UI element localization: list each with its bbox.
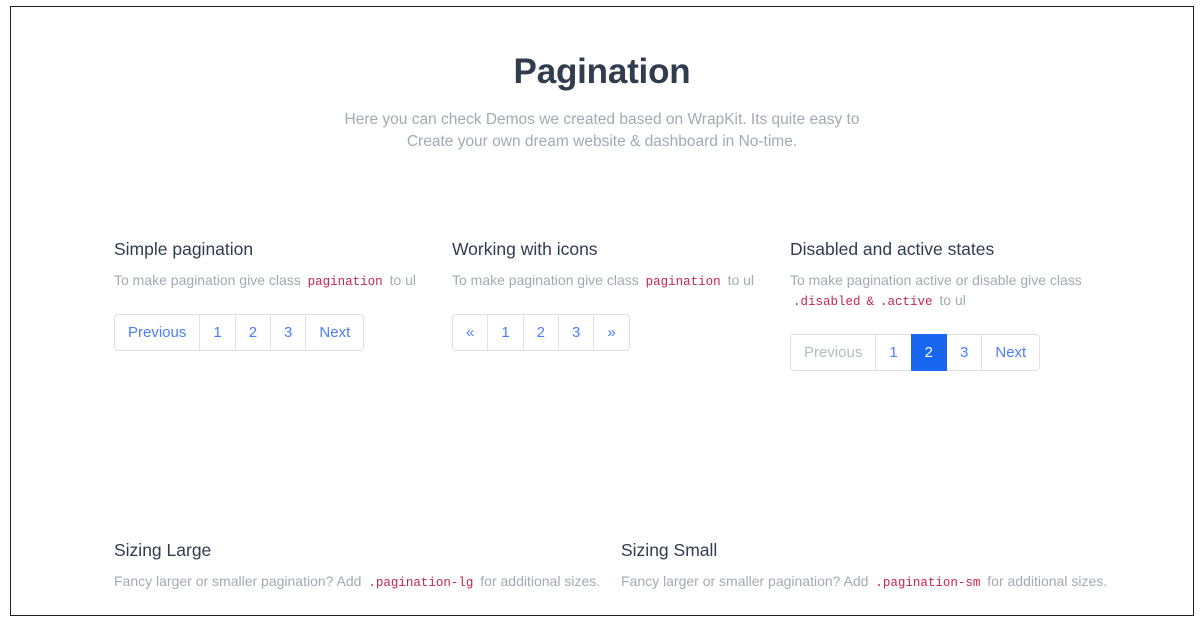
next-chevron-icon[interactable]: » <box>593 314 630 351</box>
section-working-with-icons: Working with icons To make pagination gi… <box>442 237 780 371</box>
desc-code: .pagination-sm <box>875 576 981 590</box>
desc-text-before: To make pagination active or disable giv… <box>789 272 1082 288</box>
page-title: Pagination <box>513 52 691 91</box>
page-item-next[interactable]: » <box>593 314 630 351</box>
page-item-1[interactable]: 1 <box>487 314 524 351</box>
section-disabled-active-states: Disabled and active states To make pagin… <box>780 237 1118 371</box>
page-link-3[interactable]: 3 <box>558 314 595 351</box>
pagination-wrap: Previous 1 2 3 Next <box>621 593 1108 615</box>
pagination-wrap: « 1 2 3 » <box>451 292 770 351</box>
pagination-simple: Previous 1 2 3 Next <box>114 314 365 351</box>
page-content: Pagination Here you can check Demos we c… <box>11 7 1193 615</box>
section-title: Disabled and active states <box>789 239 995 259</box>
page-link-next[interactable]: Next <box>981 334 1041 371</box>
desc-code: pagination <box>645 275 721 289</box>
pagination-icons: « 1 2 3 » <box>451 314 630 351</box>
page-link-3[interactable]: 3 <box>946 334 983 371</box>
page-subtitle-line2: Create your own dream website & dashboar… <box>406 133 798 150</box>
section-title: Sizing Small <box>621 540 718 560</box>
desc-code: pagination <box>307 275 383 289</box>
page-item-3[interactable]: 3 <box>270 314 307 351</box>
section-description: Fancy larger or smaller pagination? Add … <box>114 562 601 593</box>
desc-text-before: Fancy larger or smaller pagination? Add <box>621 573 869 589</box>
pagination-states: Previous 1 2 3 Next <box>789 334 1041 371</box>
section-simple-pagination: Simple pagination To make pagination giv… <box>104 237 442 371</box>
page-item-2[interactable]: 2 <box>234 314 272 351</box>
page-frame: Pagination Here you can check Demos we c… <box>10 6 1194 616</box>
desc-text-before: To make pagination give class <box>451 272 639 288</box>
desc-text-after: to ul <box>727 272 755 288</box>
desc-code-active: .active <box>880 295 933 309</box>
page-link-next[interactable]: Next <box>305 314 365 351</box>
page-link-previous: Previous <box>789 334 877 371</box>
section-title: Sizing Large <box>114 540 212 560</box>
section-title: Simple pagination <box>114 239 254 259</box>
page-link-1[interactable]: 1 <box>487 314 524 351</box>
page-subtitle-line1: Here you can check Demos we created base… <box>344 111 860 128</box>
page-item-1[interactable]: 1 <box>199 314 236 351</box>
pagination-wrap: Previous 1 2 3 Next <box>789 312 1108 371</box>
page-item-next[interactable]: Next <box>981 334 1041 371</box>
page-subtitle: Here you can check Demos we created base… <box>302 93 902 153</box>
desc-text-after: for additional sizes. <box>480 573 601 589</box>
sections-row-2: Sizing Large Fancy larger or smaller pag… <box>104 538 1118 615</box>
desc-text-after: to ul <box>939 292 966 308</box>
section-title: Working with icons <box>451 239 598 259</box>
page-item-1[interactable]: 1 <box>875 334 912 371</box>
page-item-previous-disabled: Previous <box>789 334 877 371</box>
desc-code: .pagination-lg <box>368 576 474 590</box>
desc-code-ampersand: & <box>866 295 874 309</box>
pagination-wrap: Previous 1 2 3 Next <box>114 292 432 351</box>
page-item-2-active[interactable]: 2 <box>910 334 948 371</box>
page-link-3[interactable]: 3 <box>270 314 307 351</box>
desc-text-after: for additional sizes. <box>987 573 1108 589</box>
page-item-next[interactable]: Next <box>305 314 365 351</box>
page-link-1[interactable]: 1 <box>199 314 236 351</box>
page-item-previous[interactable]: « <box>451 314 489 351</box>
page-item-2[interactable]: 2 <box>522 314 560 351</box>
section-description: To make pagination give class pagination… <box>452 261 770 292</box>
section-description: Fancy larger or smaller pagination? Add … <box>621 562 1108 593</box>
page-link-2[interactable]: 2 <box>910 334 948 371</box>
previous-chevron-icon[interactable]: « <box>451 314 489 351</box>
page-link-1[interactable]: 1 <box>875 334 912 371</box>
page-item-3[interactable]: 3 <box>946 334 983 371</box>
page-link-2[interactable]: 2 <box>522 314 560 351</box>
section-description: To make pagination give class pagination… <box>114 261 432 292</box>
desc-text-before: To make pagination give class <box>114 272 301 288</box>
pagination-wrap: Previous 1 2 3 Next <box>114 593 601 615</box>
page-link-previous[interactable]: Previous <box>114 314 201 351</box>
section-description: To make pagination active or disable giv… <box>790 261 1108 312</box>
sections-row-1: Simple pagination To make pagination giv… <box>104 237 1118 371</box>
desc-code-disabled: .disabled <box>792 295 861 309</box>
section-sizing-small: Sizing Small Fancy larger or smaller pag… <box>611 538 1118 615</box>
page-link-2[interactable]: 2 <box>234 314 272 351</box>
section-sizing-large: Sizing Large Fancy larger or smaller pag… <box>104 538 611 615</box>
desc-text-before: Fancy larger or smaller pagination? Add <box>114 573 362 589</box>
desc-text-after: to ul <box>389 272 417 288</box>
page-item-3[interactable]: 3 <box>558 314 595 351</box>
page-item-previous[interactable]: Previous <box>114 314 201 351</box>
sections-grid: Simple pagination To make pagination giv… <box>104 237 1118 615</box>
